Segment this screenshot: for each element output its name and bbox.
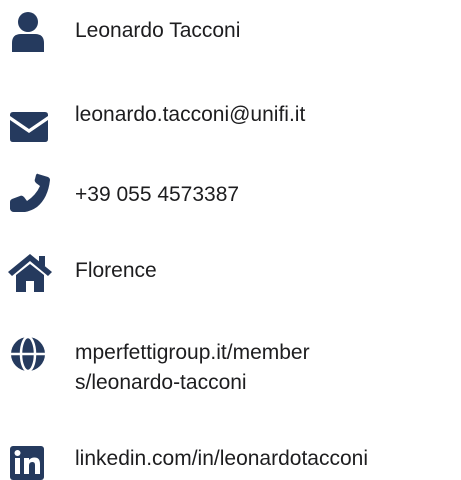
linkedin-icon [10, 446, 44, 480]
phone-icon [10, 172, 50, 212]
globe-icon [10, 336, 46, 372]
home-icon [8, 252, 52, 292]
contact-name: Leonardo Tacconi [75, 19, 241, 42]
contact-email[interactable]: leonardo.tacconi@unifi.it [75, 100, 305, 130]
contact-phone[interactable]: +39 055 4573387 [75, 180, 239, 210]
contact-linkedin[interactable]: linkedin.com/in/leonardotacconi [75, 444, 368, 474]
contact-website[interactable]: mperfettigroup.it/members/leonardo-tacco… [75, 338, 315, 398]
user-icon [10, 12, 46, 52]
contact-location: Florence [75, 259, 157, 282]
envelope-icon [10, 112, 48, 142]
